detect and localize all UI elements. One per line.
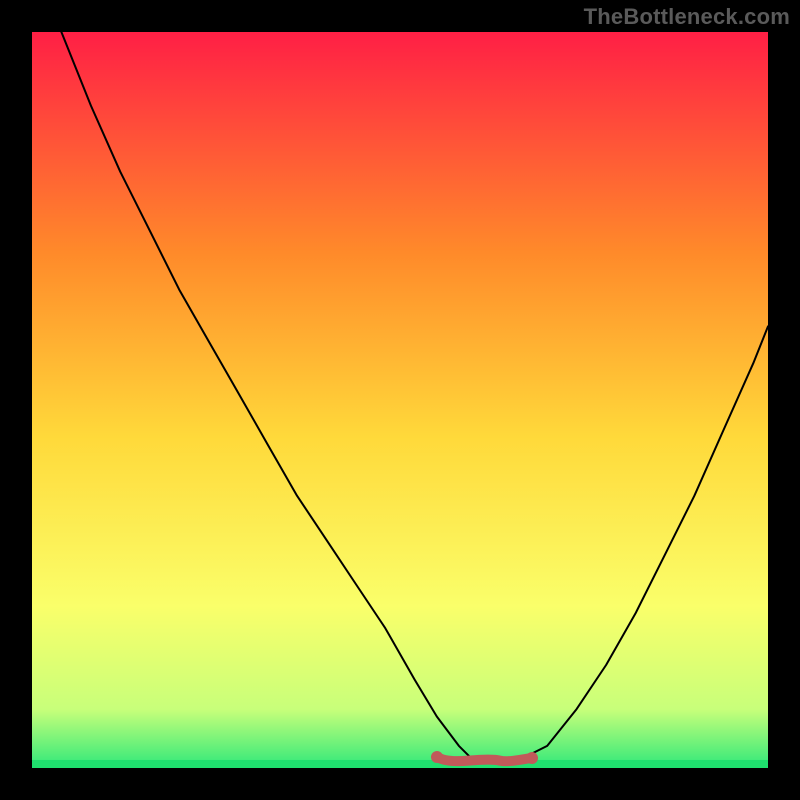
chart-frame: TheBottleneck.com: [0, 0, 800, 800]
bottleneck-curve: [32, 32, 768, 761]
curve-layer: [32, 32, 768, 768]
valley-marker: [437, 757, 533, 762]
valley-dot-0: [431, 751, 443, 763]
watermark-text: TheBottleneck.com: [584, 4, 790, 30]
curve-svg: [32, 32, 768, 768]
plot-area: [32, 32, 768, 768]
